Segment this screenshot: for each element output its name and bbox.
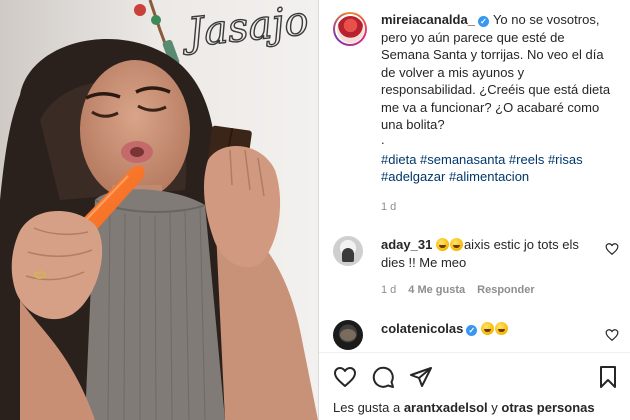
caption-row: mireiacanalda_ ✓ Yo no se vosotros, pero y…: [333, 12, 623, 186]
caption-timestamp[interactable]: 1 d: [381, 201, 396, 213]
post-media[interactable]: Jasajo: [0, 0, 318, 420]
commenter-avatar[interactable]: [333, 320, 363, 350]
commenter-username[interactable]: aday_31: [381, 237, 432, 252]
comment-item: aday_31 aixis estic jo tots els dies !! …: [333, 236, 623, 271]
laughing-emoji-icon: [495, 322, 509, 335]
comment-meta: 1 d 4 Me gusta Responder: [381, 284, 535, 296]
caption-hashtags[interactable]: #dieta #semanasanta #reels #risas #adelg…: [381, 151, 613, 186]
likes-summary: Les gusta a arantxadelsol y otras person…: [333, 400, 595, 415]
caption: mireiacanalda_ ✓ Yo no se vosotros, pero y…: [381, 11, 613, 186]
verified-badge-icon: ✓: [466, 325, 478, 336]
laughing-emoji-icon: [435, 238, 449, 251]
author-username[interactable]: mireiacanalda_: [381, 12, 475, 27]
post-panel: mireiacanalda_ ✓ Yo no se vosotros, pero y…: [319, 0, 630, 420]
comment-text: aday_31 aixis estic jo tots els dies !! …: [381, 236, 591, 271]
comment-text: colatenicolas ✓: [381, 320, 591, 350]
bookmark-icon[interactable]: [596, 365, 620, 389]
commenter-avatar[interactable]: [333, 236, 363, 266]
likes-user-link[interactable]: arantxadelsol: [404, 400, 488, 415]
verified-badge-icon: ✓: [477, 16, 489, 27]
comment-likes[interactable]: 4 Me gusta: [408, 284, 465, 296]
comment-like-heart-icon[interactable]: [605, 328, 619, 342]
comment-like-heart-icon[interactable]: [605, 242, 619, 256]
laughing-emoji-icon: [449, 238, 463, 251]
author-avatar[interactable]: [333, 12, 367, 46]
reply-button[interactable]: Responder: [477, 284, 534, 296]
action-bar: Les gusta a arantxadelsol y otras person…: [319, 352, 630, 420]
comment-time[interactable]: 1 d: [381, 284, 396, 296]
laughing-emoji-icon: [481, 322, 495, 335]
share-icon[interactable]: [409, 365, 433, 389]
caption-dot: .: [381, 131, 385, 147]
video-frame: Jasajo: [0, 0, 318, 420]
post-actions: [333, 365, 433, 389]
likes-others-link[interactable]: otras personas: [501, 400, 594, 415]
comment-item: colatenicolas ✓: [333, 320, 623, 350]
likes-middle: y: [487, 400, 502, 415]
comment-icon[interactable]: [371, 365, 395, 389]
likes-prefix: Les gusta a: [333, 400, 404, 415]
heart-icon[interactable]: [333, 365, 357, 389]
caption-body: Yo no se vosotros, pero yo aún parece qu…: [381, 12, 611, 132]
commenter-username[interactable]: colatenicolas: [381, 321, 463, 336]
author-avatar-image: [336, 15, 364, 43]
